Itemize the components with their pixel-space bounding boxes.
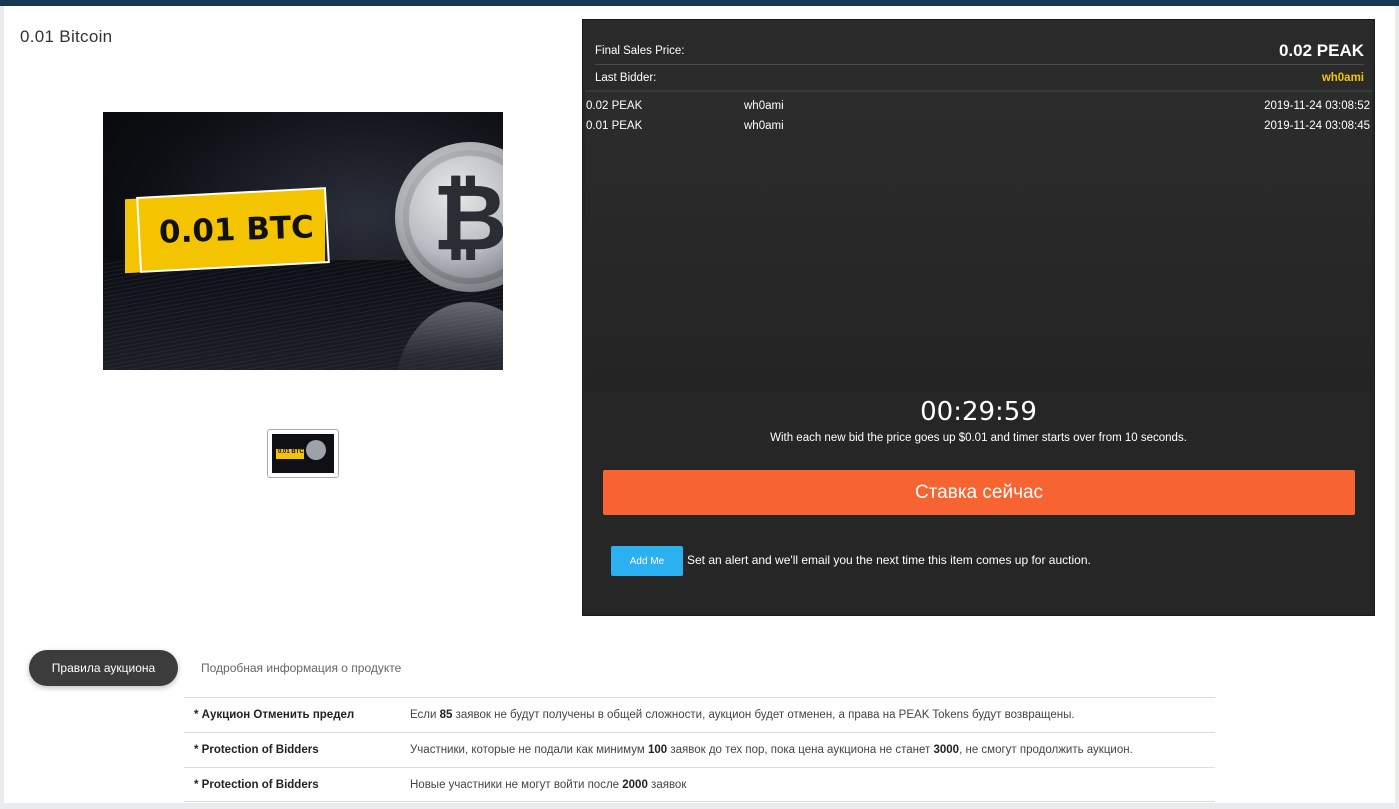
table-row: * Protection of Bidders Новые участники … bbox=[184, 767, 1215, 802]
last-bidder-row: Last Bidder: wh0ami bbox=[595, 68, 1364, 88]
final-price-row: Final Sales Price: 0.02 PEAK bbox=[595, 37, 1364, 65]
table-row: * Protection of Bidders Участники, котор… bbox=[184, 732, 1215, 767]
bid-history[interactable]: 0.02 PEAK wh0ami 2019-11-24 03:08:52 0.0… bbox=[585, 90, 1372, 392]
auction-panel: Final Sales Price: 0.02 PEAK Last Bidder… bbox=[582, 19, 1375, 616]
add-me-button[interactable]: Add Me bbox=[611, 546, 683, 576]
last-bidder-value: wh0ami bbox=[1321, 72, 1364, 84]
thumbnail-coin-icon bbox=[306, 440, 326, 460]
bid-amount: 0.02 PEAK bbox=[586, 100, 643, 112]
product-thumbnail[interactable]: 0.01 BTC bbox=[267, 429, 339, 478]
price-tag-text: 0.01 BTC bbox=[158, 209, 315, 251]
bid-time: 2019-11-24 03:08:52 bbox=[1264, 100, 1370, 112]
thumbnail-image: 0.01 BTC bbox=[272, 434, 334, 473]
timer-note: With each new bid the price goes up $0.0… bbox=[770, 432, 1187, 444]
alert-text: Set an alert and we'll email you the nex… bbox=[687, 553, 1091, 567]
last-bidder-label: Last Bidder: bbox=[595, 72, 657, 84]
auction-header: Final Sales Price: 0.02 PEAK Last Bidder… bbox=[583, 20, 1374, 90]
product-image[interactable]: ₿ 0.01 BTC bbox=[103, 112, 503, 370]
table-row: * Аукцион Отменить предел Если 85 заявок… bbox=[184, 697, 1215, 732]
list-item: 0.01 PEAK wh0ami 2019-11-24 03:08:45 bbox=[586, 114, 1371, 134]
final-price-value: 0.02 PEAK bbox=[1278, 40, 1364, 60]
rule-description: Новые участники не могут войти после 200… bbox=[410, 779, 687, 791]
rule-name: * Protection of Bidders bbox=[194, 744, 319, 756]
bid-user: wh0ami bbox=[744, 120, 784, 132]
bid-time: 2019-11-24 03:08:45 bbox=[1264, 120, 1370, 132]
tab-auction-rules[interactable]: Правила аукциона bbox=[29, 650, 178, 686]
product-title: 0.01 Bitcoin bbox=[20, 27, 113, 46]
rule-description: Если 85 заявок не будут получены в общей… bbox=[410, 709, 1075, 721]
tab-product-details[interactable]: Подробная информация о продукте bbox=[201, 661, 401, 675]
list-item: 0.02 PEAK wh0ami 2019-11-24 03:08:52 bbox=[586, 94, 1371, 114]
bid-amount: 0.01 PEAK bbox=[586, 120, 643, 132]
bid-now-button[interactable]: Ставка сейчас bbox=[603, 470, 1355, 515]
final-price-label: Final Sales Price: bbox=[595, 44, 685, 57]
rule-description: Участники, которые не подали как минимум… bbox=[410, 744, 1133, 756]
bid-user: wh0ami bbox=[744, 100, 784, 112]
rules-table: * Аукцион Отменить предел Если 85 заявок… bbox=[184, 697, 1215, 802]
thumbnail-tag-text: 0.01 BTC bbox=[278, 449, 304, 455]
bitcoin-coin-icon: ₿ bbox=[395, 142, 503, 292]
rule-name: * Аукцион Отменить предел bbox=[194, 709, 355, 721]
rule-name: * Protection of Bidders bbox=[194, 779, 319, 791]
countdown-timer: 00:29:59 bbox=[920, 397, 1037, 427]
